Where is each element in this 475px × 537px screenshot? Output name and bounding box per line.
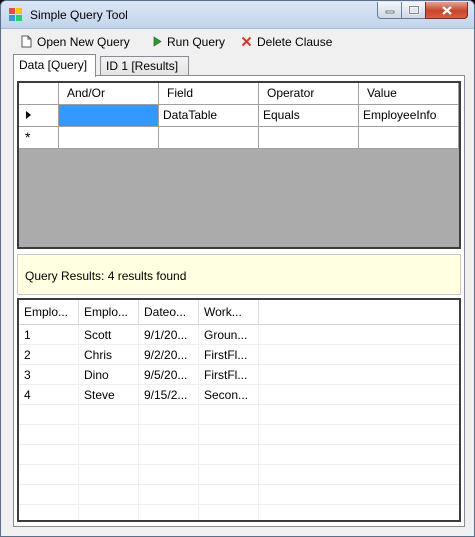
list-cell-date: 9/5/20... bbox=[139, 365, 199, 385]
grid-cell-field[interactable]: DataTable bbox=[159, 105, 259, 127]
list-item[interactable]: 3 Dino 9/5/20... FirstFl... bbox=[19, 365, 459, 385]
tab-data-query-label: Data [Query] bbox=[19, 58, 88, 72]
minimize-button[interactable] bbox=[377, 2, 402, 19]
grid-cell-value[interactable] bbox=[359, 127, 459, 149]
empty-row bbox=[19, 505, 459, 520]
results-col-filler bbox=[259, 300, 459, 325]
grid-header-and-or[interactable]: And/Or bbox=[59, 83, 159, 105]
close-icon bbox=[441, 5, 452, 15]
list-cell-date: 9/1/20... bbox=[139, 325, 199, 345]
list-cell-date: 9/15/2... bbox=[139, 385, 199, 405]
title-bar[interactable]: Simple Query Tool bbox=[1, 1, 474, 29]
query-grid[interactable]: And/Or Field Operator Value DataTable Eq… bbox=[17, 81, 461, 249]
list-cell-work: Secon... bbox=[199, 385, 259, 405]
results-col-date[interactable]: Dateo... bbox=[139, 300, 199, 325]
grid-row[interactable]: DataTable Equals EmployeeInfo bbox=[19, 105, 459, 127]
tab-results[interactable]: ID 1 [Results] bbox=[100, 56, 189, 76]
empty-row bbox=[19, 425, 459, 445]
empty-row bbox=[19, 485, 459, 505]
app-window: Simple Query Tool Open New Query Run Que… bbox=[0, 0, 475, 537]
list-item[interactable]: 1 Scott 9/1/20... Groun... bbox=[19, 325, 459, 345]
minimize-icon bbox=[385, 10, 394, 14]
results-summary-text: Query Results: 4 results found bbox=[25, 269, 187, 283]
list-item[interactable]: 4 Steve 9/15/2... Secon... bbox=[19, 385, 459, 405]
grid-corner-header bbox=[19, 83, 59, 105]
list-cell-name: Steve bbox=[79, 385, 139, 405]
list-cell-id: 2 bbox=[19, 345, 79, 365]
list-cell-work: FirstFl... bbox=[199, 365, 259, 385]
play-icon bbox=[153, 36, 162, 47]
list-cell-work: Groun... bbox=[199, 325, 259, 345]
run-query-button[interactable]: Run Query bbox=[152, 32, 225, 51]
open-new-query-button[interactable]: Open New Query bbox=[21, 32, 130, 51]
list-cell-date: 9/2/20... bbox=[139, 345, 199, 365]
empty-row bbox=[19, 405, 459, 425]
grid-cell-and-or[interactable] bbox=[59, 105, 159, 127]
grid-cell-operator[interactable] bbox=[259, 127, 359, 149]
open-new-query-label: Open New Query bbox=[37, 34, 130, 49]
grid-cell-field[interactable] bbox=[159, 127, 259, 149]
list-cell-work: FirstFl... bbox=[199, 345, 259, 365]
results-header: Emplo... Emplo... Dateo... Work... bbox=[19, 300, 459, 325]
list-cell-id: 3 bbox=[19, 365, 79, 385]
delete-clause-button[interactable]: Delete Clause bbox=[241, 32, 332, 51]
grid-cell-and-or[interactable] bbox=[59, 127, 159, 149]
app-icon bbox=[9, 8, 23, 22]
tab-results-label: ID 1 [Results] bbox=[106, 59, 179, 73]
grid-cell-value[interactable]: EmployeeInfo bbox=[359, 105, 459, 127]
list-cell-name: Scott bbox=[79, 325, 139, 345]
grid-new-row[interactable]: * bbox=[19, 127, 459, 149]
close-button[interactable] bbox=[425, 2, 468, 19]
maximize-icon bbox=[408, 5, 419, 15]
results-col-employee-name[interactable]: Emplo... bbox=[79, 300, 139, 325]
grid-header-field[interactable]: Field bbox=[159, 83, 259, 105]
results-list[interactable]: Emplo... Emplo... Dateo... Work... 1 Sco… bbox=[17, 298, 461, 522]
tab-panel-data-query: And/Or Field Operator Value DataTable Eq… bbox=[13, 75, 465, 527]
delete-clause-label: Delete Clause bbox=[257, 34, 333, 49]
empty-row bbox=[19, 445, 459, 465]
new-row-marker: * bbox=[19, 127, 59, 149]
grid-header-value[interactable]: Value bbox=[359, 83, 459, 105]
toolbar: Open New Query Run Query Delete Clause bbox=[1, 29, 474, 53]
empty-row bbox=[19, 465, 459, 485]
grid-header-row: And/Or Field Operator Value bbox=[19, 83, 459, 105]
delete-x-icon bbox=[241, 36, 252, 47]
list-cell-name: Chris bbox=[79, 345, 139, 365]
list-cell-id: 4 bbox=[19, 385, 79, 405]
results-summary-banner: Query Results: 4 results found bbox=[17, 254, 461, 295]
window-title: Simple Query Tool bbox=[30, 8, 128, 22]
list-cell-name: Dino bbox=[79, 365, 139, 385]
results-col-employee-id[interactable]: Emplo... bbox=[19, 300, 79, 325]
new-document-icon bbox=[21, 35, 32, 48]
run-query-label: Run Query bbox=[167, 34, 226, 49]
list-item[interactable]: 2 Chris 9/2/20... FirstFl... bbox=[19, 345, 459, 365]
tab-data-query[interactable]: Data [Query] bbox=[13, 54, 96, 77]
row-selector[interactable] bbox=[19, 105, 59, 127]
maximize-button[interactable] bbox=[401, 2, 426, 19]
results-col-work[interactable]: Work... bbox=[199, 300, 259, 325]
grid-cell-operator[interactable]: Equals bbox=[259, 105, 359, 127]
current-row-icon bbox=[26, 111, 31, 119]
grid-header-operator[interactable]: Operator bbox=[259, 83, 359, 105]
list-cell-id: 1 bbox=[19, 325, 79, 345]
